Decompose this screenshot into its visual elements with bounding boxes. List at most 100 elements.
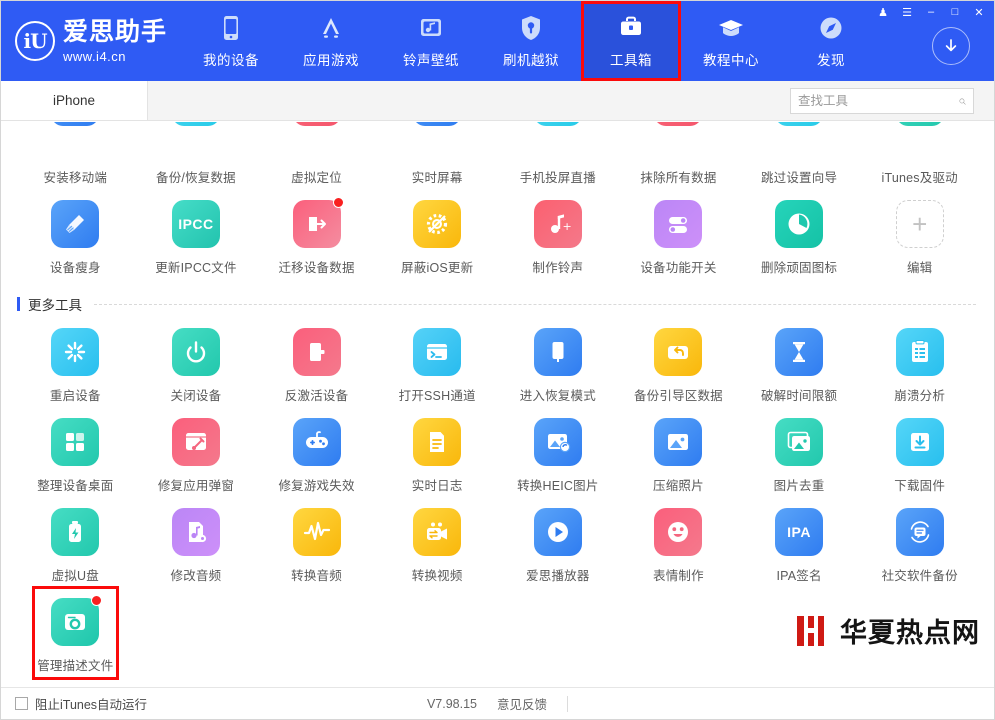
tool-crack-time-limit[interactable]: 破解时间限额 <box>739 314 860 404</box>
nav-label: 刷机越狱 <box>503 52 559 68</box>
tool-recovery-mode[interactable]: 进入恢复模式 <box>498 314 619 404</box>
tool-label: 删除顽固图标 <box>760 261 838 275</box>
tool-label: 手机投屏直播 <box>519 171 596 185</box>
maximize-icon[interactable]: □ <box>944 3 966 21</box>
search-icon <box>959 98 966 105</box>
tool-emoji-maker[interactable]: 表情制作 <box>618 494 739 584</box>
tool-label: 虚拟定位 <box>291 171 342 185</box>
graduation-cap-icon <box>719 19 743 36</box>
tool-itunes-driver[interactable]: iTunes及驱动 <box>859 122 980 186</box>
brand-mark-icon: iU <box>15 21 55 61</box>
itunes-driver-icon <box>895 122 944 126</box>
tool-label: 跳过设置向导 <box>760 171 838 185</box>
hourglass-icon <box>775 328 824 376</box>
tool-fix-app-popup[interactable]: 修复应用弹窗 <box>136 404 257 494</box>
nav-item-flash-jailbreak[interactable]: 刷机越狱 <box>481 1 581 81</box>
notification-badge <box>332 197 344 208</box>
tool-remove-stubborn-icons[interactable]: 删除顽固图标 <box>739 186 860 276</box>
tab-strip-empty <box>148 81 994 120</box>
tool-install-mobile[interactable]: 安装移动端 <box>15 122 136 186</box>
tool-block-ios-update[interactable]: 屏蔽iOS更新 <box>377 186 498 276</box>
tool-skip-setup[interactable]: 跳过设置向导 <box>739 122 860 186</box>
plus-icon: + <box>895 200 944 248</box>
tool-convert-video[interactable]: 转换视频 <box>377 494 498 584</box>
tool-backup-restore[interactable]: 备份/恢复数据 <box>136 122 257 186</box>
device-tab-strip: iPhone <box>1 81 994 121</box>
tool-erase-all-data[interactable]: 抹除所有数据 <box>618 122 739 186</box>
brand-logo: iU 爱思助手 www.i4.cn <box>1 1 171 81</box>
tool-dedupe-photo[interactable]: 图片去重 <box>739 404 860 494</box>
tool-label: IPA签名 <box>776 569 822 583</box>
tool-device-slimming[interactable]: 设备瘦身 <box>15 186 136 276</box>
tool-restart-device[interactable]: 重启设备 <box>15 314 136 404</box>
minimize-icon[interactable]: – <box>920 3 942 21</box>
nav-item-toolbox[interactable]: 工具箱 <box>581 1 681 81</box>
search-box[interactable] <box>790 88 974 114</box>
tab-label: iPhone <box>52 93 96 108</box>
tool-crash-analysis[interactable]: 崩溃分析 <box>859 314 980 404</box>
tool-label: 备份引导区数据 <box>633 389 723 403</box>
tool-label: 修复游戏失效 <box>278 479 355 493</box>
broom-icon <box>51 200 100 248</box>
main-nav: 我的设备 应用游戏 铃声壁纸 刷机越狱 工具箱 教程中心 发现 <box>181 1 881 81</box>
tool-compress-photo[interactable]: 压缩照片 <box>618 404 739 494</box>
nav-label: 铃声壁纸 <box>403 52 459 68</box>
tool-virtual-usb[interactable]: 虚拟U盘 <box>15 494 136 584</box>
usb-drive-icon <box>51 508 100 556</box>
nav-item-discover[interactable]: 发现 <box>781 1 881 81</box>
tool-organize-desktop[interactable]: 整理设备桌面 <box>15 404 136 494</box>
search-input[interactable] <box>798 94 959 108</box>
tool-label: 设备功能开关 <box>640 261 717 275</box>
tool-label: iTunes及驱动 <box>881 171 958 185</box>
tab-iphone[interactable]: iPhone <box>1 81 148 120</box>
tool-migrate-device-data[interactable]: 迁移设备数据 <box>256 186 377 276</box>
tool-ipa-sign[interactable]: IPA IPA签名 <box>739 494 860 584</box>
tool-make-ringtone[interactable]: + 制作铃声 <box>498 186 619 276</box>
tool-realtime-screen[interactable]: 实时屏幕 <box>377 122 498 186</box>
tool-deactivate-device[interactable]: 反激活设备 <box>256 314 377 404</box>
tool-label: 破解时间限额 <box>760 389 838 403</box>
feedback-link[interactable]: 意见反馈 <box>497 694 547 713</box>
nav-item-apps-games[interactable]: 应用游戏 <box>281 1 381 81</box>
nav-item-ringtone-wallpaper[interactable]: 铃声壁纸 <box>381 1 481 81</box>
ipcc-icon: IPCC <box>171 200 220 248</box>
tool-convert-heic[interactable]: 转换HEIC图片 <box>498 404 619 494</box>
virtual-location-icon <box>292 122 341 126</box>
close-icon[interactable]: ✕ <box>968 3 990 21</box>
tool-label: 屏蔽iOS更新 <box>401 261 474 275</box>
tool-fix-game-failure[interactable]: 修复游戏失效 <box>256 404 377 494</box>
heic-convert-icon <box>533 418 582 466</box>
tool-screen-cast[interactable]: 手机投屏直播 <box>498 122 619 186</box>
tool-label: 打开SSH通道 <box>398 389 476 403</box>
tool-label: 重启设备 <box>49 389 101 403</box>
tool-edit-audio[interactable]: 修改音频 <box>136 494 257 584</box>
tool-update-ipcc[interactable]: IPCC 更新IPCC文件 <box>136 186 257 276</box>
tool-manage-profiles[interactable]: 管理描述文件 <box>15 584 136 680</box>
tool-realtime-log[interactable]: 实时日志 <box>377 404 498 494</box>
screen-cast-icon <box>533 122 582 126</box>
skin-icon[interactable]: ♟ <box>872 3 894 21</box>
nav-item-tutorial-center[interactable]: 教程中心 <box>681 1 781 81</box>
tool-social-backup[interactable]: 社交软件备份 <box>859 494 980 584</box>
tool-download-firmware[interactable]: 下载固件 <box>859 404 980 494</box>
nav-label: 工具箱 <box>610 52 652 68</box>
nav-item-my-device[interactable]: 我的设备 <box>181 1 281 81</box>
menu-icon[interactable]: ☰ <box>896 3 918 21</box>
tool-backup-boot-data[interactable]: 备份引导区数据 <box>618 314 739 404</box>
tool-open-ssh[interactable]: 打开SSH通道 <box>377 314 498 404</box>
toolbox-content: 安装移动端 备份/恢复数据 虚拟定位 实时屏幕 手机投屏直播 抹除所有数据 跳过… <box>1 122 994 687</box>
download-circle-icon[interactable] <box>932 27 970 65</box>
tool-label: 安装移动端 <box>43 171 108 185</box>
tool-edit[interactable]: + 编辑 <box>859 186 980 276</box>
tool-aisi-player[interactable]: 爱思播放器 <box>498 494 619 584</box>
tool-virtual-location[interactable]: 虚拟定位 <box>256 122 377 186</box>
compress-photo-icon <box>654 418 703 466</box>
tool-device-feature-switch[interactable]: 设备功能开关 <box>618 186 739 276</box>
tool-convert-audio[interactable]: 转换音频 <box>256 494 377 584</box>
fix-popup-icon <box>171 418 220 466</box>
tool-shutdown-device[interactable]: 关闭设备 <box>136 314 257 404</box>
tool-label: 编辑 <box>906 261 933 275</box>
tool-label: 进入恢复模式 <box>519 389 596 403</box>
section-divider <box>94 303 976 305</box>
download-firmware-icon <box>895 418 944 466</box>
